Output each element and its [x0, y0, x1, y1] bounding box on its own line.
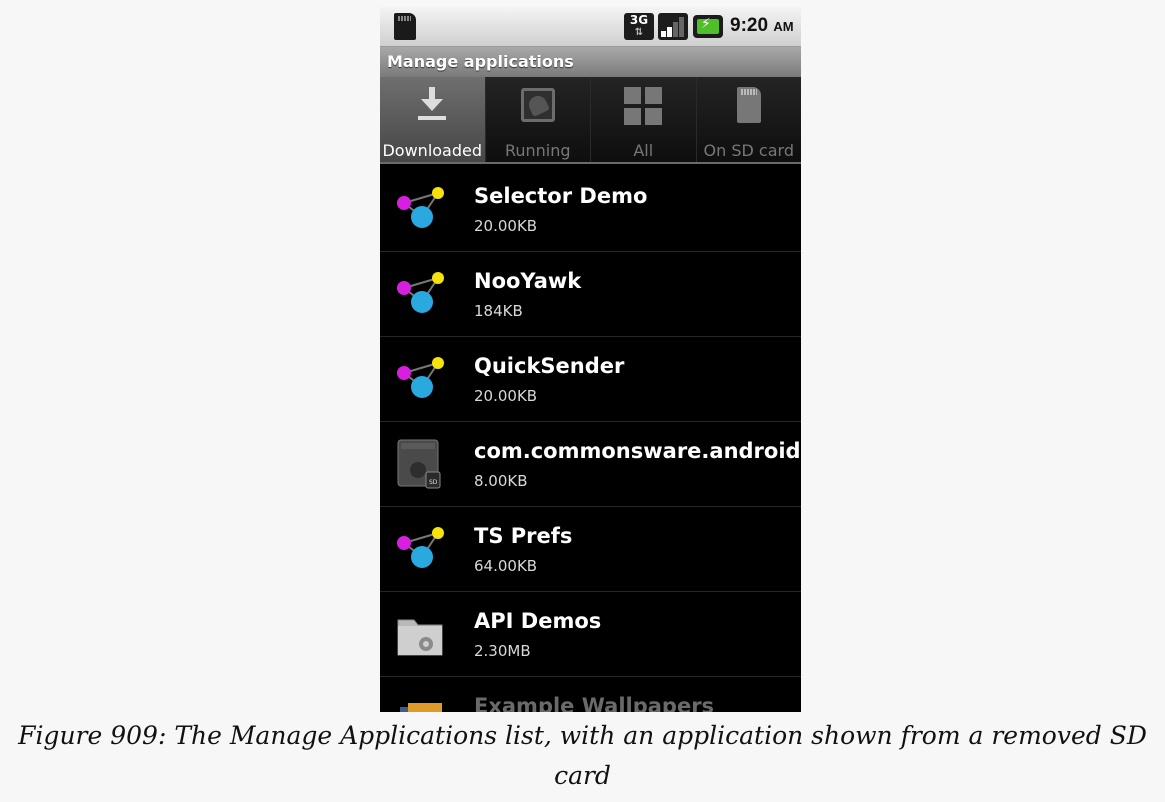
app-size: 64.00KB: [474, 557, 538, 575]
svg-text:SD: SD: [429, 479, 438, 486]
molecule-icon: [397, 527, 444, 568]
app-list: Selector Demo 20.00KB NooYawk 184KB Quic…: [380, 167, 801, 712]
status-bar: 3G ⇅ 9:20 AM: [380, 7, 801, 47]
battery-charging-icon: [693, 15, 723, 38]
phone-screen: 3G ⇅ 9:20 AM Manage applications Downloa…: [380, 7, 801, 712]
list-item[interactable]: API Demos 2.30MB: [380, 592, 801, 677]
page-title: Manage applications: [387, 52, 574, 71]
list-item[interactable]: SD com.commonsware.android 8.00KB: [380, 422, 801, 507]
list-item[interactable]: Example Wallpapers: [380, 677, 801, 712]
molecule-icon: [397, 357, 444, 398]
tab-label: Downloaded: [382, 141, 483, 160]
signal-strength-icon: [658, 13, 688, 40]
android-sd-icon: SD: [397, 439, 441, 489]
list-item[interactable]: NooYawk 184KB: [380, 252, 801, 337]
clock-time: 9:20: [730, 15, 769, 36]
app-size: 8.00KB: [474, 472, 528, 490]
list-item[interactable]: QuickSender 20.00KB: [380, 337, 801, 422]
app-size: 20.00KB: [474, 387, 538, 405]
tab-label: All: [633, 141, 654, 160]
list-item[interactable]: Selector Demo 20.00KB: [380, 167, 801, 252]
app-name: com.commonsware.android: [474, 439, 801, 463]
list-item[interactable]: TS Prefs 64.00KB: [380, 507, 801, 592]
app-name: Selector Demo: [474, 184, 648, 208]
tab-all[interactable]: All: [591, 77, 697, 162]
app-name: Example Wallpapers: [474, 694, 715, 712]
figure-caption: Figure 909: The Manage Applications list…: [0, 716, 1165, 796]
grid-icon: [624, 87, 663, 125]
sd-card-icon: [394, 13, 416, 40]
caption-text: Figure 909: The Manage Applications list…: [18, 721, 1147, 790]
download-icon: [416, 85, 448, 125]
app-name: API Demos: [474, 609, 602, 633]
tab-downloaded[interactable]: Downloaded: [380, 77, 486, 162]
title-bar: Manage applications: [380, 47, 801, 77]
status-clock: 9:20 AM: [730, 15, 794, 37]
data-arrows-icon: ⇅: [634, 27, 644, 38]
tab-label: Running: [504, 141, 571, 160]
folder-gear-icon: [397, 619, 443, 656]
app-size: 184KB: [474, 302, 523, 320]
running-app-icon: [520, 88, 555, 122]
tab-label: On SD card: [703, 141, 794, 160]
app-name: QuickSender: [474, 354, 625, 378]
app-size: 2.30MB: [474, 642, 531, 660]
app-name: TS Prefs: [474, 524, 573, 548]
tab-on-sd-card[interactable]: On SD card: [696, 77, 801, 162]
molecule-icon: [397, 187, 444, 228]
tab-bar: Downloaded Running All On SD card: [380, 77, 801, 164]
3g-data-icon: 3G ⇅: [624, 13, 654, 40]
molecule-icon: [397, 272, 444, 313]
app-name: NooYawk: [474, 269, 582, 293]
clock-ampm: AM: [773, 19, 794, 34]
network-type-label: 3G: [629, 13, 649, 27]
wallpaper-icon: [400, 703, 442, 712]
tab-running[interactable]: Running: [485, 77, 591, 162]
sd-card-icon: [736, 87, 761, 123]
app-size: 20.00KB: [474, 217, 538, 235]
